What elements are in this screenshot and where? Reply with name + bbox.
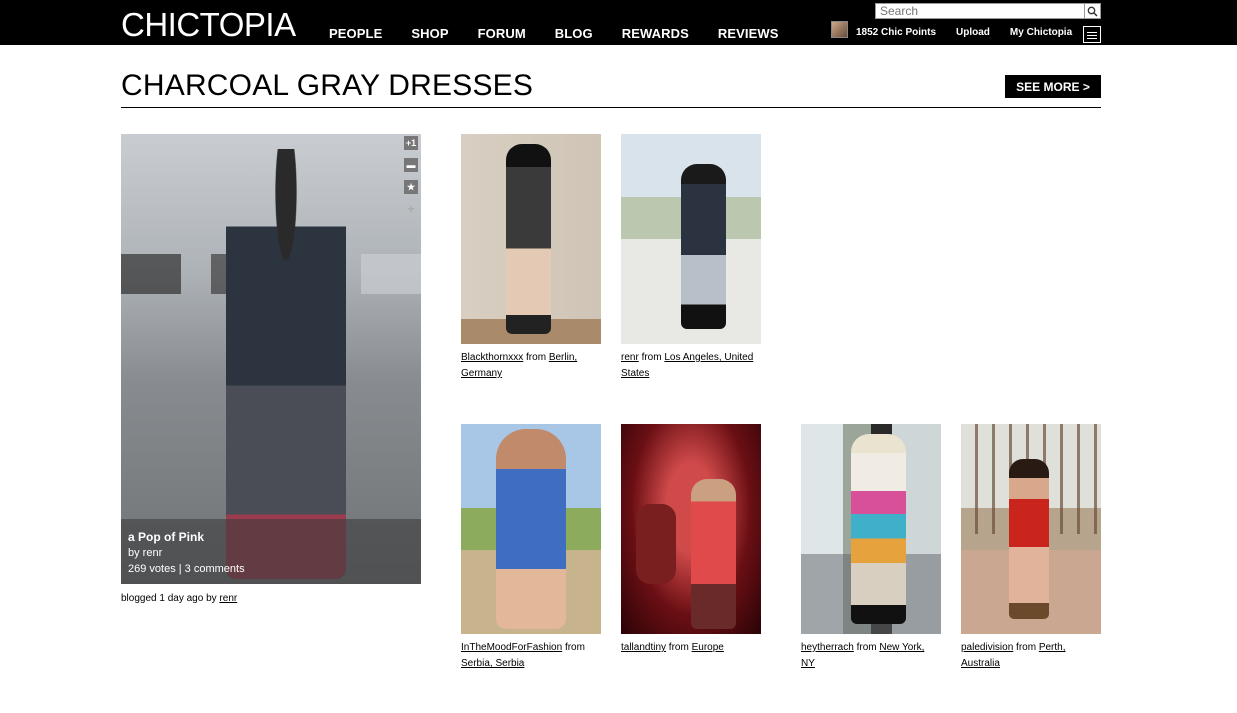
thumb-caption: InTheMoodForFashion from Serbia, Serbia xyxy=(461,642,585,669)
site-logo[interactable]: CHICTOPIA xyxy=(121,6,296,44)
nav-forum[interactable]: FORUM xyxy=(478,26,526,41)
featured-actions: +1 ▬ ★ + xyxy=(404,136,418,224)
nav-people[interactable]: PEOPLE xyxy=(329,26,382,41)
plus-icon[interactable]: + xyxy=(404,202,418,216)
featured-overlay: a Pop of Pink by renr 269 votes | 3 comm… xyxy=(121,519,421,584)
user-link[interactable]: InTheMoodForFashion xyxy=(461,642,562,653)
thumb-caption: tallandtiny from Europe xyxy=(621,642,724,653)
my-chictopia-link[interactable]: My Chictopia xyxy=(1010,27,1072,38)
user-link[interactable]: Blackthornxxx xyxy=(461,352,523,363)
featured-author[interactable]: by renr xyxy=(128,545,414,561)
nav-reviews[interactable]: REVIEWS xyxy=(718,26,779,41)
avatar[interactable] xyxy=(831,21,848,38)
see-more-button[interactable]: SEE MORE > xyxy=(1005,75,1101,98)
search-icon xyxy=(1087,6,1098,17)
thumb-photo[interactable] xyxy=(801,424,941,634)
comment-icon[interactable]: ▬ xyxy=(404,158,418,172)
featured-stats: 269 votes | 3 comments xyxy=(128,563,245,575)
featured-photo[interactable]: a Pop of Pink by renr 269 votes | 3 comm… xyxy=(121,134,421,584)
chic-points[interactable]: 1852 Chic Points xyxy=(856,27,936,38)
main-nav: PEOPLE SHOP FORUM BLOG REWARDS REVIEWS xyxy=(329,26,808,41)
divider xyxy=(121,107,1101,108)
featured-title[interactable]: a Pop of Pink xyxy=(128,529,414,545)
user-bar: 1852 Chic Points Upload My Chictopia xyxy=(831,21,1092,38)
upload-link[interactable]: Upload xyxy=(956,27,990,38)
thumb-photo[interactable] xyxy=(621,134,761,344)
top-navigation-bar: CHICTOPIA PEOPLE SHOP FORUM BLOG REWARDS… xyxy=(0,0,1237,45)
blogged-user-link[interactable]: renr xyxy=(219,593,237,604)
search-button[interactable] xyxy=(1085,3,1101,19)
location-link[interactable]: Europe xyxy=(692,642,724,653)
thumb-caption: heytherrach from New York, NY xyxy=(801,642,925,669)
search-input[interactable] xyxy=(875,3,1085,19)
thumb-caption: Blackthornxxx from Berlin, Germany xyxy=(461,352,578,379)
thumb-photo[interactable] xyxy=(961,424,1101,634)
thumb-photo[interactable] xyxy=(461,134,601,344)
user-link[interactable]: tallandtiny xyxy=(621,642,666,653)
thumb-caption: paledivision from Perth, Australia xyxy=(961,642,1066,669)
nav-blog[interactable]: BLOG xyxy=(555,26,593,41)
plus-one-icon[interactable]: +1 xyxy=(404,136,418,150)
location-link[interactable]: Serbia, Serbia xyxy=(461,658,524,669)
search-box xyxy=(875,3,1101,19)
page-title: CHARCOAL GRAY DRESSES xyxy=(121,69,534,102)
thumb-photo[interactable] xyxy=(621,424,761,634)
nav-shop[interactable]: SHOP xyxy=(411,26,448,41)
star-icon[interactable]: ★ xyxy=(404,180,418,194)
menu-icon[interactable] xyxy=(1083,26,1101,43)
nav-rewards[interactable]: REWARDS xyxy=(622,26,689,41)
user-link[interactable]: renr xyxy=(621,352,639,363)
thumb-photo[interactable] xyxy=(461,424,601,634)
user-link[interactable]: paledivision xyxy=(961,642,1013,653)
user-link[interactable]: heytherrach xyxy=(801,642,854,653)
blogged-info: blogged 1 day ago by renr xyxy=(121,593,238,604)
featured-figure xyxy=(226,149,346,579)
thumb-caption: renr from Los Angeles, United States xyxy=(621,352,754,379)
